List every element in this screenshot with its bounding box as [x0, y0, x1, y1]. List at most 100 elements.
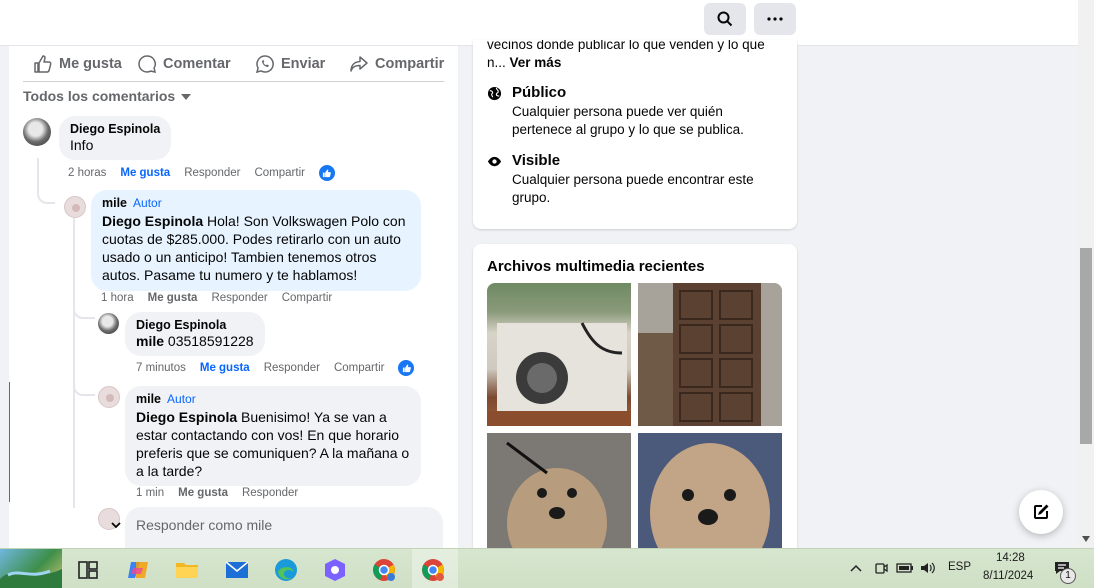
- chevron-down-icon[interactable]: [111, 522, 121, 530]
- comment-author-row: mile Autor: [136, 392, 410, 406]
- whatsapp-icon: [255, 55, 274, 74]
- scrollbar-thumb[interactable]: [1080, 248, 1092, 444]
- comment-time[interactable]: 1 hora: [101, 292, 134, 304]
- share-link[interactable]: Compartir: [254, 167, 304, 179]
- like-link[interactable]: Me gusta: [148, 292, 198, 304]
- meet-now-icon[interactable]: [874, 561, 888, 575]
- post-actions-bar: Me gusta Comentar Enviar Compartir: [23, 46, 444, 82]
- comment-author[interactable]: mile: [136, 392, 161, 406]
- chrome-icon: [373, 559, 395, 581]
- comment-author[interactable]: Diego Espinola: [136, 318, 254, 332]
- comment-sort-dropdown[interactable]: Todos los comentarios: [23, 88, 192, 104]
- comment-time[interactable]: 2 horas: [68, 167, 106, 179]
- send-action-button[interactable]: Enviar: [255, 46, 325, 82]
- air-conditioner-photo: [487, 322, 631, 426]
- comment-bubble: mile Autor Diego Espinola Hola! Son Volks…: [91, 190, 421, 291]
- reply-link[interactable]: Responder: [242, 487, 298, 499]
- page-scrollbar[interactable]: [1078, 0, 1094, 548]
- share-action-label: Compartir: [375, 56, 445, 72]
- search-button[interactable]: [704, 3, 746, 35]
- mail-button[interactable]: [224, 557, 250, 583]
- edge-browser-button[interactable]: [273, 557, 299, 583]
- mention-link[interactable]: Diego Espinola: [102, 213, 203, 229]
- author-badge: Autor: [167, 392, 196, 406]
- privacy-visible-title: Visible: [512, 152, 561, 169]
- clock-date[interactable]: 8/11/2024: [983, 570, 1033, 582]
- like-link[interactable]: Me gusta: [178, 487, 228, 499]
- clock-time[interactable]: 14:28: [996, 552, 1025, 564]
- store-app-button[interactable]: [322, 557, 348, 583]
- globe-icon: [487, 86, 502, 101]
- more-options-button[interactable]: [754, 3, 796, 35]
- privacy-visible-row: Visible Cualquier persona puede encontra…: [487, 152, 772, 207]
- comment-time[interactable]: 1 min: [136, 487, 164, 499]
- like-link[interactable]: Me gusta: [120, 167, 170, 179]
- reply-link[interactable]: Responder: [264, 362, 320, 374]
- widgets-weather-button[interactable]: [0, 549, 62, 588]
- active-thread-indicator: [9, 382, 10, 502]
- comment-text: Info: [70, 137, 94, 153]
- mention-link[interactable]: Diego Espinola: [136, 409, 237, 425]
- avatar[interactable]: [98, 386, 120, 408]
- comment-meta: 2 horas Me gusta Responder Compartir: [68, 165, 335, 181]
- chrome-profile-button[interactable]: [371, 557, 397, 583]
- flower-avatar-icon: [106, 394, 114, 402]
- media-thumbnail[interactable]: [487, 433, 631, 554]
- reply-link[interactable]: Responder: [211, 292, 267, 304]
- new-message-button[interactable]: [1019, 490, 1063, 534]
- comment-bubble-icon: [138, 55, 156, 73]
- like-link[interactable]: Me gusta: [200, 362, 250, 374]
- share-link[interactable]: Compartir: [282, 292, 332, 304]
- comment-text-row: Diego Espinola Hola! Son Volkswagen Polo…: [102, 212, 410, 284]
- media-thumbnail[interactable]: [487, 283, 631, 426]
- about-card: vecinos donde publicar lo que venden y l…: [473, 40, 797, 229]
- mail-icon: [225, 561, 249, 578]
- like-reaction-icon: [398, 360, 415, 376]
- avatar[interactable]: [23, 118, 51, 146]
- see-more-link[interactable]: Ver más: [510, 55, 562, 70]
- like-action-button[interactable]: Me gusta: [33, 46, 122, 82]
- comment-author[interactable]: Diego Espinola: [70, 122, 160, 136]
- privacy-public-row: Público Cualquier persona puede ver quié…: [487, 84, 764, 139]
- poodle-photo: [487, 433, 631, 554]
- battery-icon[interactable]: [896, 562, 914, 574]
- task-view-button[interactable]: [75, 557, 101, 583]
- compose-edit-icon: [1034, 504, 1049, 519]
- reply-link[interactable]: Responder: [184, 167, 240, 179]
- media-thumbnail[interactable]: [638, 433, 782, 554]
- comment-text-row: Diego Espinola Buenisimo! Ya se van a es…: [136, 408, 410, 480]
- privacy-public-title: Público: [512, 84, 567, 101]
- comment-time[interactable]: 7 minutos: [136, 362, 186, 374]
- comment-action-label: Comentar: [163, 56, 231, 72]
- mention-link[interactable]: mile: [136, 333, 164, 349]
- copilot-button[interactable]: [125, 557, 151, 583]
- comment-bubble: mile Autor Diego Espinola Buenisimo! Ya s…: [125, 386, 421, 486]
- reply-input[interactable]: Responder como mile: [125, 507, 443, 548]
- like-reaction-icon: [318, 165, 335, 181]
- poodle-closeup-photo: [638, 433, 782, 554]
- scroll-down-arrow-icon[interactable]: [1082, 536, 1090, 542]
- share-action-button[interactable]: Compartir: [349, 46, 444, 82]
- post-panel: Me gusta Comentar Enviar Compartir Todos…: [9, 46, 458, 548]
- share-arrow-icon: [350, 56, 368, 72]
- thread-connector: [37, 158, 55, 204]
- avatar[interactable]: [64, 196, 86, 218]
- media-thumbnail[interactable]: [638, 283, 782, 426]
- share-link[interactable]: Compartir: [334, 362, 384, 374]
- privacy-public-text: Público Cualquier persona puede ver quié…: [512, 84, 764, 139]
- avatar[interactable]: [98, 313, 119, 334]
- about-description: vecinos donde publicar lo que venden y l…: [487, 40, 787, 72]
- file-explorer-button[interactable]: [174, 557, 200, 583]
- app-hexagon-icon: [325, 559, 345, 581]
- like-action-label: Me gusta: [59, 56, 122, 72]
- landscape-icon: [0, 569, 62, 588]
- comment-author[interactable]: mile: [102, 196, 127, 210]
- chevron-up-icon[interactable]: [850, 564, 862, 572]
- chrome-active-button[interactable]: [420, 557, 446, 583]
- recent-media-title: Archivos multimedia recientes: [487, 258, 705, 275]
- notification-count-badge: 1: [1060, 568, 1076, 584]
- comment-action-button[interactable]: Comentar: [137, 46, 231, 82]
- chrome-icon: [422, 559, 444, 581]
- input-language-indicator[interactable]: ESP: [948, 561, 971, 573]
- volume-icon[interactable]: [920, 561, 936, 575]
